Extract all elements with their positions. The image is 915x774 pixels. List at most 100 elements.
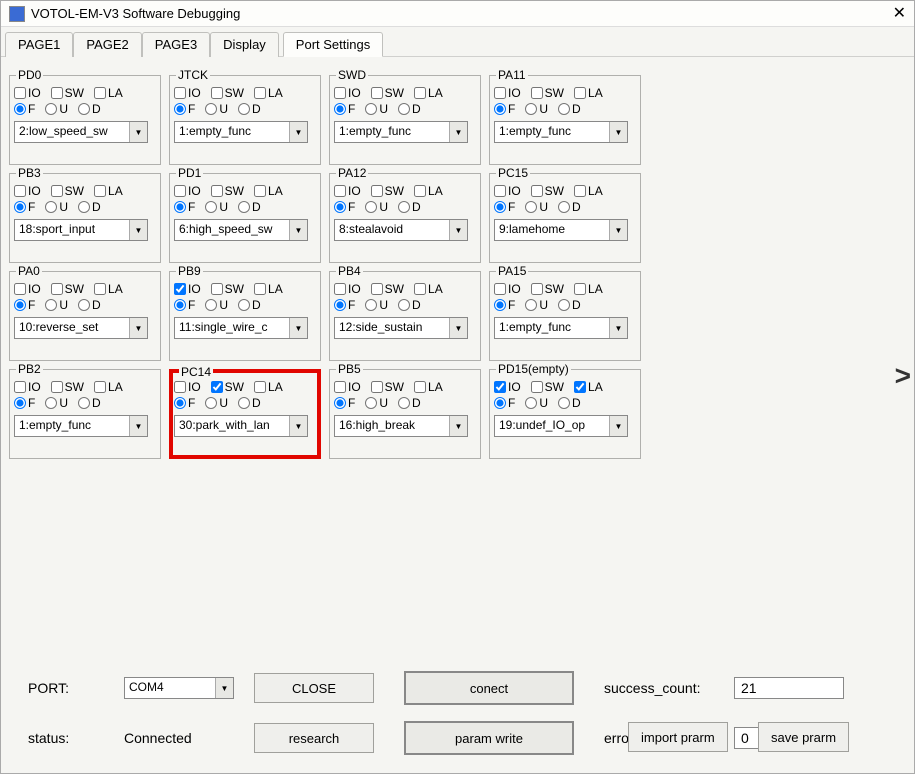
- f-radio[interactable]: F: [494, 102, 515, 116]
- u-radio[interactable]: U: [525, 200, 548, 214]
- io-checkbox[interactable]: IO: [174, 86, 201, 100]
- u-radio[interactable]: U: [45, 298, 68, 312]
- sw-checkbox[interactable]: SW: [51, 86, 84, 100]
- port-func-select[interactable]: 19:undef_IO_op▼: [494, 415, 628, 437]
- port-func-select[interactable]: 11:single_wire_c▼: [174, 317, 308, 339]
- la-checkbox[interactable]: LA: [574, 86, 603, 100]
- u-radio[interactable]: U: [365, 102, 388, 116]
- la-checkbox[interactable]: LA: [94, 184, 123, 198]
- io-checkbox[interactable]: IO: [494, 380, 521, 394]
- sw-checkbox[interactable]: SW: [211, 282, 244, 296]
- la-checkbox[interactable]: LA: [94, 380, 123, 394]
- io-checkbox[interactable]: IO: [334, 282, 361, 296]
- io-checkbox[interactable]: IO: [174, 282, 201, 296]
- sw-checkbox[interactable]: SW: [51, 184, 84, 198]
- la-checkbox[interactable]: LA: [414, 380, 443, 394]
- io-checkbox[interactable]: IO: [14, 282, 41, 296]
- sw-checkbox[interactable]: SW: [531, 380, 564, 394]
- close-button[interactable]: CLOSE: [254, 673, 374, 703]
- io-checkbox[interactable]: IO: [494, 184, 521, 198]
- import-prarm-button[interactable]: import prarm: [628, 722, 728, 752]
- sw-checkbox[interactable]: SW: [371, 282, 404, 296]
- f-radio[interactable]: F: [494, 298, 515, 312]
- d-radio[interactable]: D: [78, 298, 101, 312]
- tab-display[interactable]: Display: [210, 32, 279, 57]
- port-func-select[interactable]: 30:park_with_lan▼: [174, 415, 308, 437]
- sw-checkbox[interactable]: SW: [531, 86, 564, 100]
- u-radio[interactable]: U: [45, 200, 68, 214]
- f-radio[interactable]: F: [14, 200, 35, 214]
- io-checkbox[interactable]: IO: [14, 380, 41, 394]
- f-radio[interactable]: F: [334, 102, 355, 116]
- u-radio[interactable]: U: [365, 200, 388, 214]
- d-radio[interactable]: D: [398, 102, 421, 116]
- f-radio[interactable]: F: [494, 396, 515, 410]
- la-checkbox[interactable]: LA: [254, 86, 283, 100]
- u-radio[interactable]: U: [205, 298, 228, 312]
- save-prarm-button[interactable]: save prarm: [758, 722, 849, 752]
- sw-checkbox[interactable]: SW: [371, 184, 404, 198]
- d-radio[interactable]: D: [558, 298, 581, 312]
- io-checkbox[interactable]: IO: [174, 184, 201, 198]
- io-checkbox[interactable]: IO: [494, 86, 521, 100]
- d-radio[interactable]: D: [398, 396, 421, 410]
- io-checkbox[interactable]: IO: [174, 380, 201, 394]
- d-radio[interactable]: D: [558, 396, 581, 410]
- io-checkbox[interactable]: IO: [334, 184, 361, 198]
- port-func-select[interactable]: 1:empty_func▼: [174, 121, 308, 143]
- port-func-select[interactable]: 10:reverse_set▼: [14, 317, 148, 339]
- f-radio[interactable]: F: [174, 298, 195, 312]
- d-radio[interactable]: D: [238, 200, 261, 214]
- la-checkbox[interactable]: LA: [414, 86, 443, 100]
- f-radio[interactable]: F: [14, 396, 35, 410]
- la-checkbox[interactable]: LA: [94, 86, 123, 100]
- d-radio[interactable]: D: [78, 396, 101, 410]
- sw-checkbox[interactable]: SW: [371, 380, 404, 394]
- d-radio[interactable]: D: [238, 298, 261, 312]
- u-radio[interactable]: U: [525, 298, 548, 312]
- tab-page3[interactable]: PAGE3: [142, 32, 210, 57]
- d-radio[interactable]: D: [78, 200, 101, 214]
- tab-page1[interactable]: PAGE1: [5, 32, 73, 57]
- f-radio[interactable]: F: [14, 298, 35, 312]
- d-radio[interactable]: D: [398, 298, 421, 312]
- la-checkbox[interactable]: LA: [414, 282, 443, 296]
- la-checkbox[interactable]: LA: [414, 184, 443, 198]
- la-checkbox[interactable]: LA: [94, 282, 123, 296]
- sw-checkbox[interactable]: SW: [211, 380, 244, 394]
- la-checkbox[interactable]: LA: [574, 282, 603, 296]
- io-checkbox[interactable]: IO: [14, 184, 41, 198]
- port-func-select[interactable]: 8:stealavoid▼: [334, 219, 468, 241]
- sw-checkbox[interactable]: SW: [211, 184, 244, 198]
- tab-page2[interactable]: PAGE2: [73, 32, 141, 57]
- f-radio[interactable]: F: [174, 102, 195, 116]
- port-func-select[interactable]: 2:low_speed_sw▼: [14, 121, 148, 143]
- u-radio[interactable]: U: [365, 298, 388, 312]
- port-func-select[interactable]: 16:high_break▼: [334, 415, 468, 437]
- io-checkbox[interactable]: IO: [494, 282, 521, 296]
- d-radio[interactable]: D: [558, 200, 581, 214]
- u-radio[interactable]: U: [525, 102, 548, 116]
- tab-port-settings[interactable]: Port Settings: [283, 32, 383, 57]
- u-radio[interactable]: U: [525, 396, 548, 410]
- f-radio[interactable]: F: [14, 102, 35, 116]
- sw-checkbox[interactable]: SW: [51, 282, 84, 296]
- sw-checkbox[interactable]: SW: [371, 86, 404, 100]
- port-func-select[interactable]: 6:high_speed_sw▼: [174, 219, 308, 241]
- research-button[interactable]: research: [254, 723, 374, 753]
- la-checkbox[interactable]: LA: [254, 380, 283, 394]
- sw-checkbox[interactable]: SW: [51, 380, 84, 394]
- port-func-select[interactable]: 9:lamehome▼: [494, 219, 628, 241]
- port-func-select[interactable]: 1:empty_func▼: [494, 121, 628, 143]
- la-checkbox[interactable]: LA: [254, 184, 283, 198]
- f-radio[interactable]: F: [174, 396, 195, 410]
- close-icon[interactable]: ✕: [876, 1, 906, 27]
- f-radio[interactable]: F: [334, 200, 355, 214]
- sw-checkbox[interactable]: SW: [211, 86, 244, 100]
- io-checkbox[interactable]: IO: [334, 86, 361, 100]
- param-write-button[interactable]: param write: [404, 721, 574, 755]
- u-radio[interactable]: U: [205, 396, 228, 410]
- u-radio[interactable]: U: [45, 102, 68, 116]
- u-radio[interactable]: U: [45, 396, 68, 410]
- f-radio[interactable]: F: [334, 298, 355, 312]
